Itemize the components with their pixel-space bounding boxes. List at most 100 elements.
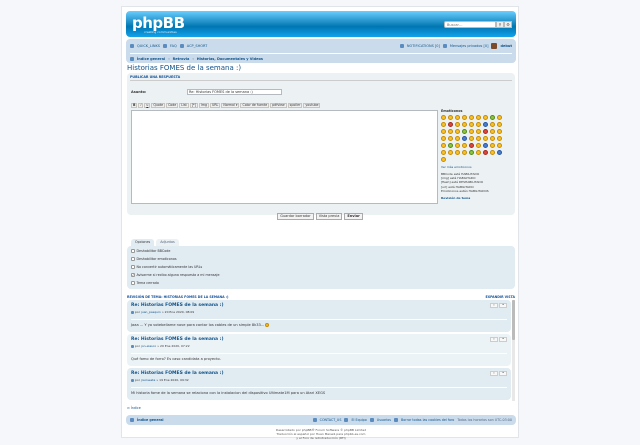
smiley-icon[interactable] xyxy=(497,115,502,120)
quote-icon[interactable]: ❝ xyxy=(499,337,507,342)
scrollbar-thumb[interactable] xyxy=(512,300,515,340)
post-title[interactable]: Re: Historias FOMES de la semana :) xyxy=(131,337,507,342)
acp-link[interactable]: ACP_SHORT xyxy=(187,44,208,48)
smiley-icon[interactable] xyxy=(476,150,481,155)
smiley-icon[interactable] xyxy=(448,150,453,155)
list-item-button[interactable]: [*] xyxy=(189,103,198,108)
smiley-icon[interactable] xyxy=(469,143,474,148)
preview-button[interactable]: Vista previa xyxy=(315,213,343,220)
breadcrumb-index[interactable]: Índice general xyxy=(137,57,165,61)
submit-button[interactable]: Enviar xyxy=(344,213,363,220)
smiley-icon[interactable] xyxy=(448,136,453,141)
smiley-icon[interactable] xyxy=(490,143,495,148)
smiley-icon[interactable] xyxy=(441,122,446,127)
smiley-icon[interactable] xyxy=(455,122,460,127)
smiley-icon[interactable] xyxy=(476,143,481,148)
checkbox[interactable] xyxy=(131,257,135,261)
search-input[interactable] xyxy=(444,21,496,28)
team-link[interactable]: El Equipo xyxy=(351,418,366,422)
smiley-icon[interactable] xyxy=(455,150,460,155)
tab-options[interactable]: Opciones xyxy=(131,239,155,246)
smiley-icon[interactable] xyxy=(441,150,446,155)
report-icon[interactable]: ! xyxy=(490,371,498,376)
smiley-icon[interactable] xyxy=(455,129,460,134)
post-author[interactable]: juan_pasquin xyxy=(141,310,161,314)
jump-to-index[interactable]: ⊙ Índice xyxy=(127,406,141,410)
post-author[interactable]: jrecisesta xyxy=(141,378,155,382)
contact-link[interactable]: CONTACT_US xyxy=(320,418,342,422)
report-icon[interactable]: ! xyxy=(490,303,498,308)
smiley-icon[interactable] xyxy=(483,129,488,134)
option-lock-topic[interactable]: Tema cerrado xyxy=(131,281,159,285)
page-title[interactable]: Historias FOMES de la semana :) xyxy=(127,64,241,72)
smiley-icon[interactable] xyxy=(490,115,495,120)
post-title[interactable]: Re: Historias FOMES de la semana :) xyxy=(131,371,507,376)
subject-field[interactable]: Re: Historias FOMES de la semana :) xyxy=(187,89,282,95)
smiley-icon[interactable] xyxy=(483,136,488,141)
message-textarea[interactable] xyxy=(131,110,438,204)
footer-index-link[interactable]: Índice general xyxy=(137,418,164,422)
smiley-icon[interactable] xyxy=(462,129,467,134)
expand-view-link[interactable]: EXPANDIR VISTA xyxy=(485,295,515,299)
smiley-icon[interactable] xyxy=(441,129,446,134)
smiley-icon[interactable] xyxy=(476,129,481,134)
avatar[interactable] xyxy=(491,43,498,49)
smiley-icon[interactable] xyxy=(462,143,467,148)
option-disable-bbcode[interactable]: Deshabilitar BBCode xyxy=(131,249,170,253)
smiley-icon[interactable] xyxy=(497,129,502,134)
checkbox[interactable] xyxy=(131,281,135,285)
smiley-icon[interactable] xyxy=(462,136,467,141)
post-author[interactable]: jon-elasco xyxy=(141,344,156,348)
smiley-icon[interactable] xyxy=(469,136,474,141)
quote-button[interactable]: Quote xyxy=(151,103,166,108)
advanced-search-icon[interactable]: ⚙ xyxy=(504,21,512,28)
bold-button[interactable]: B xyxy=(131,103,138,108)
smiley-icon[interactable] xyxy=(441,157,446,162)
list-button[interactable]: List xyxy=(179,103,189,108)
notifications-link[interactable]: NOTIFICATIONS [0] xyxy=(407,44,440,48)
quote-icon[interactable]: ❝ xyxy=(499,371,507,376)
smiley-icon[interactable] xyxy=(469,122,474,127)
members-link[interactable]: Usuarios xyxy=(377,418,391,422)
smiley-icon[interactable] xyxy=(490,136,495,141)
smiley-icon[interactable] xyxy=(490,150,495,155)
private-messages-link[interactable]: Mensajes privados [0] xyxy=(450,44,489,48)
save-draft-button[interactable]: Guardar borrador xyxy=(277,213,314,220)
topic-review-link[interactable]: Revisión de tema xyxy=(441,196,513,200)
pdfview-button[interactable]: pdfview xyxy=(270,103,287,108)
smiley-icon[interactable] xyxy=(483,115,488,120)
search-icon[interactable]: ⚲ xyxy=(496,21,504,28)
smiley-icon[interactable] xyxy=(448,129,453,134)
url-button[interactable]: URL xyxy=(209,103,221,108)
smiley-icon[interactable] xyxy=(455,136,460,141)
smiley-icon[interactable] xyxy=(469,150,474,155)
smiley-icon[interactable] xyxy=(455,143,460,148)
smiley-icon[interactable] xyxy=(497,143,502,148)
smiley-icon[interactable] xyxy=(448,115,453,120)
smiley-icon[interactable] xyxy=(483,150,488,155)
img-button[interactable]: Img xyxy=(198,103,209,108)
smiley-icon[interactable] xyxy=(469,129,474,134)
youtube-button[interactable]: youtube xyxy=(303,103,321,108)
spoiler-button[interactable]: spoiler xyxy=(287,103,303,108)
faq-link[interactable]: FAQ xyxy=(170,44,177,48)
smiley-icon[interactable] xyxy=(455,115,460,120)
smiley-icon[interactable] xyxy=(497,136,502,141)
smiley-icon[interactable] xyxy=(462,115,467,120)
option-no-urls[interactable]: No convertir automáticamente las URLs xyxy=(131,265,202,269)
smiley-icon[interactable] xyxy=(441,136,446,141)
smiley-icon[interactable] xyxy=(462,150,467,155)
smiley-icon[interactable] xyxy=(448,143,453,148)
smiley-icon[interactable] xyxy=(476,122,481,127)
quick-links-link[interactable]: QUICK_LINKS xyxy=(137,44,160,48)
smiley-icon[interactable] xyxy=(476,115,481,120)
checkbox-checked[interactable]: ✓ xyxy=(131,273,135,277)
smiley-icon[interactable] xyxy=(469,115,474,120)
smiley-icon[interactable] xyxy=(448,122,453,127)
smiley-icon[interactable] xyxy=(483,143,488,148)
review-scrollbar[interactable] xyxy=(512,300,515,401)
more-smileys-link[interactable]: Ver más emoticonos xyxy=(441,165,513,169)
smiley-icon[interactable] xyxy=(483,122,488,127)
underline-button[interactable]: u xyxy=(144,103,151,108)
smiley-icon[interactable] xyxy=(497,150,502,155)
